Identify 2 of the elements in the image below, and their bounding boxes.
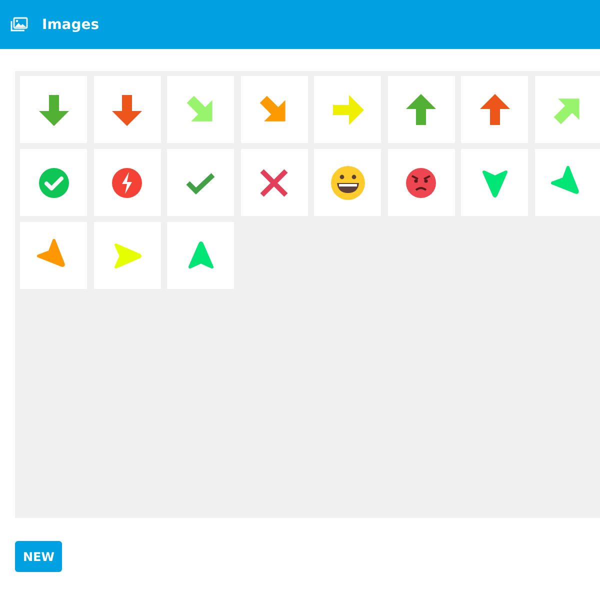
header-title: Images [42,16,100,32]
new-button[interactable]: NEW [15,541,62,572]
